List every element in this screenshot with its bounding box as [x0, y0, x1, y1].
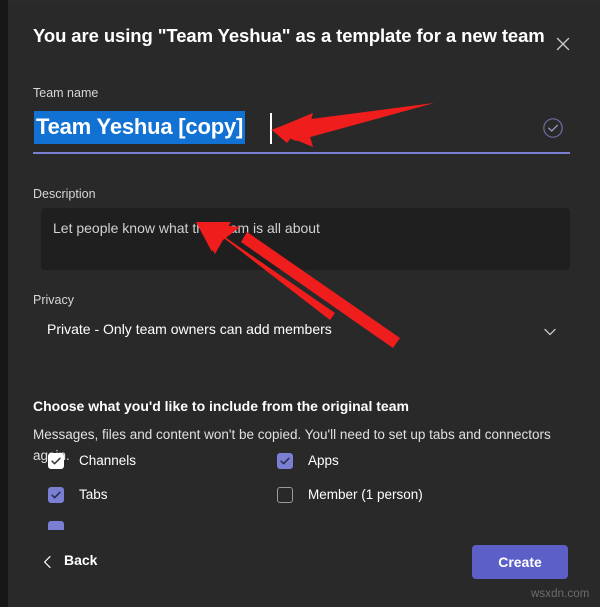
- description-placeholder: Let people know what this team is all ab…: [53, 220, 320, 236]
- background-app-left-edge: [0, 0, 8, 607]
- check-circle-icon: [541, 116, 565, 140]
- include-option-label: Apps: [308, 453, 339, 468]
- dialog-footer: Back Create: [8, 530, 600, 607]
- privacy-label: Privacy: [33, 293, 74, 307]
- include-section-heading: Choose what you'd like to include from t…: [33, 398, 409, 414]
- privacy-dropdown[interactable]: Private - Only team owners can add membe…: [33, 312, 570, 350]
- team-name-label: Team name: [33, 86, 99, 100]
- close-button[interactable]: [548, 29, 578, 59]
- include-option-label: Tabs: [79, 487, 108, 502]
- create-button[interactable]: Create: [472, 545, 568, 579]
- checkbox-apps[interactable]: [277, 453, 293, 469]
- include-option-label: Channels: [79, 453, 137, 468]
- team-name-input[interactable]: Team Yeshua [copy]: [33, 108, 533, 148]
- checkbox-member[interactable]: [277, 487, 293, 503]
- checkbox-clipped[interactable]: [48, 521, 64, 530]
- include-option-label: Member (1 person): [308, 487, 423, 502]
- checkbox-channels[interactable]: [48, 453, 64, 469]
- watermark: wsxdn.com: [531, 588, 590, 600]
- team-name-field[interactable]: Team Yeshua [copy]: [33, 108, 570, 154]
- back-button-label: Back: [64, 552, 98, 568]
- page-title: You are using "Team Yeshua" as a templat…: [33, 25, 545, 46]
- description-input[interactable]: Let people know what this team is all ab…: [41, 208, 570, 270]
- privacy-selected-value: Private - Only team owners can add membe…: [47, 321, 332, 337]
- team-name-value: Team Yeshua [copy]: [34, 111, 246, 144]
- create-button-label: Create: [498, 554, 542, 570]
- checkbox-tabs[interactable]: [48, 487, 64, 503]
- chevron-down-icon: [542, 324, 558, 340]
- create-team-dialog: You are using "Team Yeshua" as a templat…: [8, 4, 600, 607]
- team-name-underline: [33, 152, 570, 154]
- text-caret: [270, 113, 272, 144]
- close-icon: [556, 37, 570, 51]
- dialog-body: Team name Team Yeshua [copy] Description…: [8, 66, 600, 530]
- include-options-grid: Channels Tabs Apps Member (1 person): [8, 447, 600, 530]
- chevron-left-icon: [40, 554, 56, 570]
- description-label: Description: [33, 187, 96, 201]
- dialog-header: You are using "Team Yeshua" as a templat…: [8, 4, 600, 66]
